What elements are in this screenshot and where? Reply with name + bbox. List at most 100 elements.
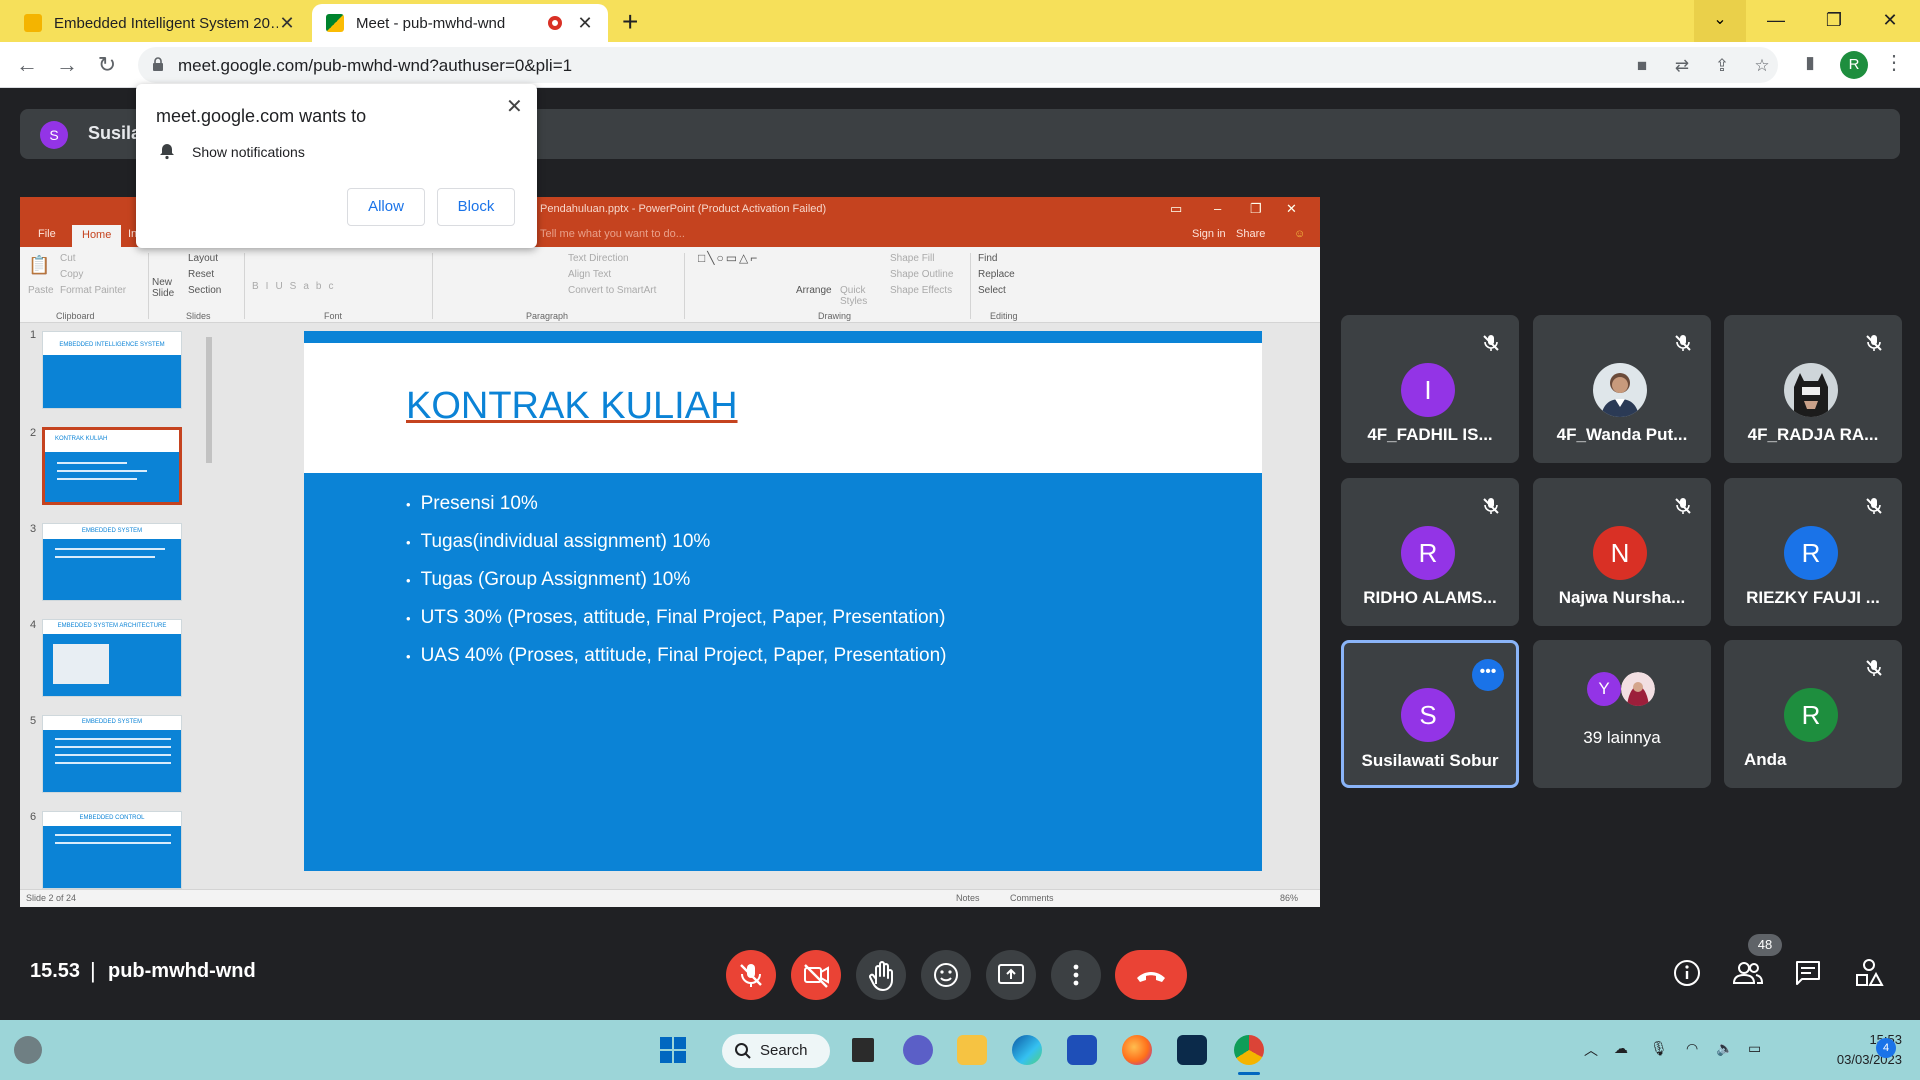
minimize-button[interactable]: — (1748, 0, 1804, 42)
thumb-diagram (53, 644, 109, 684)
wifi-icon[interactable]: ◠ (1686, 1040, 1698, 1057)
windows-start-icon[interactable] (658, 1035, 688, 1065)
address-bar[interactable]: meet.google.com/pub-mwhd-wnd?authuser=0&… (138, 47, 1778, 83)
shapes-gallery-icon: □╲○▭△⌐ (698, 251, 760, 265)
reactions-button[interactable] (921, 950, 971, 1000)
store-icon[interactable] (1067, 1035, 1097, 1065)
ppt-tab-file: File (38, 228, 56, 240)
participant-avatar: Y (1587, 672, 1621, 706)
close-window-button[interactable]: ✕ (1862, 0, 1918, 42)
share-icon[interactable]: ⇪ (1712, 56, 1732, 76)
meeting-details-button[interactable] (1670, 956, 1704, 990)
slide-counter: Slide 2 of 24 (26, 893, 77, 903)
others-count-label: 39 lainnya (1583, 728, 1661, 747)
chevron-up-icon[interactable]: ︿ (1584, 1040, 1598, 1060)
present-icon (998, 964, 1024, 984)
presenter-name: Susila (88, 123, 142, 143)
battery-icon[interactable]: ▭ (1748, 1040, 1761, 1057)
ribbon-display-icon: ▭ (1170, 201, 1183, 216)
layout-label: Layout (188, 253, 219, 264)
notification-permission-popup: meet.google.com wants to ✕ Show notifica… (136, 84, 537, 248)
raise-hand-button[interactable] (856, 950, 906, 1000)
volume-icon[interactable]: 🔈 (1716, 1040, 1733, 1057)
text-direction-label: Text Direction (568, 253, 629, 264)
tab-search-button[interactable]: ⌄ (1694, 0, 1746, 42)
firefox-icon[interactable] (1122, 1035, 1152, 1065)
taskbar-search[interactable]: Search (722, 1034, 830, 1068)
leave-call-button[interactable] (1115, 950, 1187, 1000)
bookmark-star-icon[interactable]: ☆ (1752, 56, 1772, 76)
microphone-icon[interactable]: 🎙 (1650, 1040, 1668, 1057)
ppt-minimize-icon: – (1214, 201, 1222, 216)
thumb-text-line (57, 462, 127, 464)
participant-tile[interactable]: N Najwa Nursha... (1533, 478, 1711, 626)
activities-icon (1856, 959, 1884, 986)
ppt-window-title: Pendahuluan.pptx - PowerPoint (Product A… (540, 203, 827, 215)
weather-widget-icon[interactable] (14, 1036, 42, 1064)
arrange-label: Arrange (796, 285, 832, 296)
camera-off-button[interactable] (791, 950, 841, 1000)
slide-thumbnail: EMBEDDED SYSTEM ARCHITECTURE (42, 619, 182, 697)
slide-thumbnail: EMBEDDED CONTROL (42, 811, 182, 889)
ppt-share: Share (1236, 228, 1266, 240)
people-button[interactable] (1731, 956, 1765, 990)
more-options-icon[interactable]: ••• (1472, 659, 1504, 691)
browser-tab-strip: Embedded Intelligent System 20… ✕ Meet -… (0, 0, 1920, 42)
close-tab-icon[interactable]: ✕ (576, 13, 594, 34)
participant-tile-self[interactable]: R Anda (1724, 640, 1902, 788)
onedrive-icon[interactable]: ☁ (1614, 1040, 1628, 1057)
forward-button[interactable]: → (52, 50, 82, 80)
participant-tile[interactable]: R RIEZKY FAUJI ... (1724, 478, 1902, 626)
close-tab-icon[interactable]: ✕ (278, 13, 296, 34)
participant-tile[interactable]: R RIDHO ALAMS... (1341, 478, 1519, 626)
presenter-avatar: S (40, 121, 68, 149)
thumb-text-line (55, 548, 165, 550)
muted-mic-icon (1675, 335, 1691, 351)
thumb-text-line (57, 478, 137, 480)
restore-button[interactable]: ❐ (1806, 0, 1862, 42)
participant-photo (1593, 363, 1647, 417)
file-explorer-icon[interactable] (957, 1035, 987, 1065)
ppt-sign-in: Sign in (1192, 228, 1226, 240)
close-icon[interactable]: ✕ (506, 94, 523, 119)
activities-button[interactable] (1852, 956, 1886, 990)
align-text-label: Align Text (568, 269, 612, 280)
participant-tile[interactable]: I 4F_FADHIL IS... (1341, 315, 1519, 463)
tab-meet[interactable]: Meet - pub-mwhd-wnd ✕ (312, 4, 608, 42)
others-tile[interactable]: Y 39 lainnya (1533, 640, 1711, 788)
thumb-text-line (55, 754, 171, 756)
allow-button[interactable]: Allow (347, 188, 425, 226)
thumb-title: EMBEDDED SYSTEM ARCHITECTURE (57, 623, 167, 629)
task-view-icon[interactable] (852, 1038, 874, 1062)
notification-badge[interactable]: 4 (1876, 1038, 1896, 1058)
teams-chat-icon[interactable] (903, 1035, 933, 1065)
edge-icon[interactable] (1012, 1035, 1042, 1065)
more-options-button[interactable] (1051, 950, 1101, 1000)
browser-menu-icon[interactable]: ⋮ (1884, 50, 1904, 75)
replace-label: Replace (978, 269, 1015, 280)
chrome-icon[interactable] (1234, 1035, 1264, 1065)
participant-avatar: S (1401, 688, 1455, 742)
quick-styles-label: Quick Styles (840, 285, 868, 307)
thumb-text-line (55, 746, 171, 748)
reload-button[interactable]: ↻ (92, 50, 122, 80)
present-screen-button[interactable] (986, 950, 1036, 1000)
profile-avatar[interactable]: R (1840, 51, 1868, 79)
side-panel-icon[interactable]: ▮ (1800, 53, 1820, 73)
translate-icon[interactable]: ⇄ (1672, 56, 1692, 76)
microphone-off-button[interactable] (726, 950, 776, 1000)
shape-effects-label: Shape Effects (890, 285, 953, 296)
camera-in-use-icon[interactable]: ■ (1632, 56, 1652, 76)
tab-title: Meet - pub-mwhd-wnd (356, 14, 506, 32)
editing-group-label: Editing (990, 311, 1018, 321)
thumbnail-scroll-thumb (206, 337, 212, 463)
tab-embedded-system[interactable]: Embedded Intelligent System 20… ✕ (10, 4, 310, 42)
participant-tile[interactable]: 4F_RADJA RA... (1724, 315, 1902, 463)
participant-tile[interactable]: 4F_Wanda Put... (1533, 315, 1711, 463)
chat-button[interactable] (1791, 956, 1825, 990)
block-button[interactable]: Block (437, 188, 515, 226)
app-icon[interactable] (1177, 1035, 1207, 1065)
new-tab-button[interactable]: + (622, 6, 638, 38)
back-button[interactable]: ← (12, 50, 42, 80)
participant-tile-speaking[interactable]: ••• S Susilawati Sobur (1341, 640, 1519, 788)
